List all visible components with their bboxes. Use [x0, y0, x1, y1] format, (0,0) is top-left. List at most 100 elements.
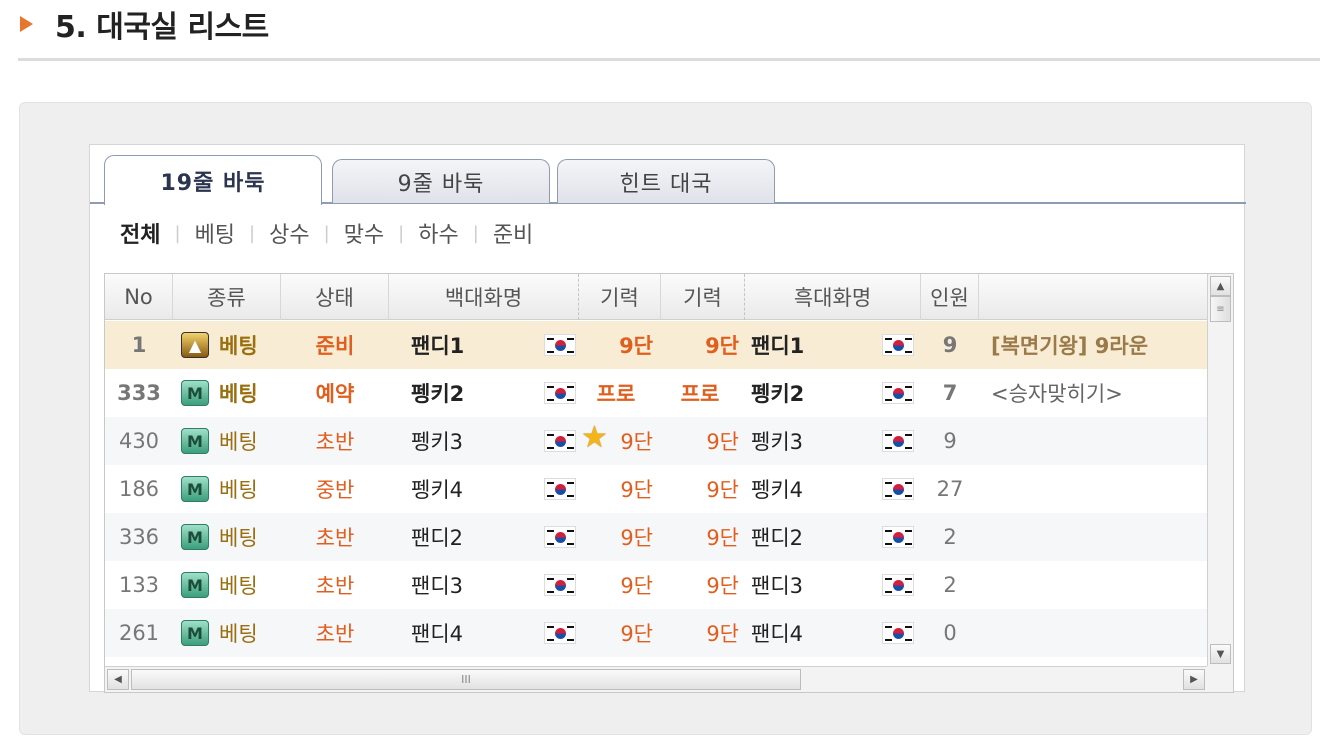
people-count: 27	[936, 477, 964, 501]
black-flag	[875, 561, 921, 609]
game-status: 초반	[315, 574, 355, 598]
room-title	[979, 513, 1208, 561]
room-number: 430	[118, 429, 160, 453]
black-flag	[875, 417, 921, 465]
room-number: 336	[118, 525, 160, 549]
black-nickname: 팬디4	[751, 622, 804, 646]
star-icon: ★	[581, 420, 608, 455]
game-status: 준비	[315, 334, 355, 358]
filter-equal[interactable]: 맞수	[340, 217, 388, 249]
col-black-rank[interactable]: 기력	[661, 274, 745, 320]
white-flag	[541, 465, 579, 513]
kind-label: 베팅	[219, 430, 258, 454]
kind-label: 베팅	[219, 478, 258, 502]
korea-flag-icon	[544, 478, 576, 500]
m-badge-icon: M	[181, 428, 209, 454]
black-flag	[875, 369, 921, 417]
game-kind: M 베팅	[173, 513, 281, 561]
col-white-nickname[interactable]: 백대화명	[389, 274, 579, 320]
white-nickname: 팬디4	[411, 622, 464, 646]
col-room-title[interactable]	[979, 274, 1208, 320]
white-nickname: 펭키4	[411, 478, 464, 502]
room-title	[979, 465, 1208, 513]
white-rank-text: 9단	[620, 622, 653, 646]
korea-flag-icon	[544, 430, 576, 452]
table-row[interactable]: 133 M 베팅 초반 팬디3 9단 9단 팬디3 2	[105, 561, 1208, 609]
col-status[interactable]: 상태	[281, 274, 389, 320]
scroll-up-icon[interactable]: ▲	[1210, 276, 1231, 296]
m-badge-icon: M	[181, 572, 209, 598]
vertical-scroll-thumb[interactable]: ≡	[1210, 296, 1231, 322]
korea-flag-icon	[544, 622, 576, 644]
tab-hint-game[interactable]: 힌트 대국	[557, 159, 775, 203]
black-nickname: 팬디1	[751, 334, 805, 358]
white-rank: 9단	[579, 513, 661, 561]
scroll-corner	[1207, 666, 1233, 692]
table-row[interactable]: 1 ▲ 베팅 준비 팬디1 9단 9단 팬디1 9 [복면기왕] 9라운	[105, 321, 1208, 369]
horizontal-scroll-thumb[interactable]: III	[131, 669, 801, 690]
filter-betting[interactable]: 베팅	[191, 217, 239, 249]
black-rank: 9단	[706, 622, 739, 646]
col-no[interactable]: No	[105, 274, 173, 320]
black-flag	[875, 609, 921, 657]
col-people[interactable]: 인원	[921, 274, 979, 320]
white-nickname: 펭키3	[411, 430, 464, 454]
white-flag	[541, 369, 579, 417]
m-badge-icon: M	[181, 620, 209, 646]
korea-flag-icon	[544, 334, 576, 356]
vertical-scrollbar[interactable]: ▲ ≡ ▼	[1207, 274, 1233, 668]
korea-flag-icon	[544, 574, 576, 596]
filter-separator: |	[323, 222, 330, 244]
room-number: 133	[118, 573, 160, 597]
tab-9-board[interactable]: 9줄 바둑	[332, 159, 550, 203]
kind-label: 베팅	[219, 382, 258, 406]
white-rank-text: 프로	[596, 382, 636, 406]
game-status: 초반	[315, 526, 355, 550]
people-count: 9	[942, 333, 958, 357]
m-badge-icon: M	[181, 524, 209, 550]
board-size-tabs: 19줄 바둑 9줄 바둑 힌트 대국	[90, 155, 1246, 205]
horizontal-scrollbar[interactable]: ◀ III ▶	[105, 666, 1208, 692]
table-row[interactable]: 186 M 베팅 중반 펭키4 9단 9단 펭키4 27	[105, 465, 1208, 513]
room-title	[979, 417, 1208, 465]
filter-ready[interactable]: 준비	[489, 217, 537, 249]
white-rank-text: 9단	[619, 334, 653, 358]
scroll-down-icon[interactable]: ▼	[1210, 644, 1231, 664]
table-row[interactable]: 336 M 베팅 초반 팬디2 9단 9단 팬디2 2	[105, 513, 1208, 561]
korea-flag-icon	[882, 430, 914, 452]
people-count: 7	[942, 381, 958, 405]
filter-all[interactable]: 전체	[116, 217, 164, 249]
white-rank-text: 9단	[620, 526, 653, 550]
table-row[interactable]: 261 M 베팅 초반 팬디4 9단 9단 팬디4 0	[105, 609, 1208, 657]
tab-19-board[interactable]: 19줄 바둑	[104, 155, 322, 205]
table-row[interactable]: 333 M 베팅 예약 펭키2 프로 프로 펭키2 7 <승자맞히기>	[105, 369, 1208, 417]
white-rank-text: 9단	[620, 430, 653, 454]
korea-flag-icon	[882, 574, 914, 596]
filter-stronger[interactable]: 상수	[265, 217, 313, 249]
game-status: 초반	[315, 622, 355, 646]
col-black-nickname[interactable]: 흑대화명	[745, 274, 921, 320]
room-number: 186	[118, 477, 160, 501]
scroll-left-icon[interactable]: ◀	[107, 669, 129, 690]
black-rank: 프로	[680, 382, 720, 406]
scroll-right-icon[interactable]: ▶	[1183, 669, 1205, 690]
room-title	[979, 609, 1208, 657]
room-title: [복면기왕] 9라운	[991, 334, 1149, 358]
game-kind: M 베팅	[173, 561, 281, 609]
korea-flag-icon	[882, 526, 914, 548]
black-nickname: 팬디2	[751, 526, 804, 550]
black-rank: 9단	[706, 526, 739, 550]
korea-flag-icon	[882, 382, 914, 404]
table-row[interactable]: 430 M 베팅 초반 펭키3 9단 ★ 9단 펭키3 9	[105, 417, 1208, 465]
black-rank: 9단	[706, 574, 739, 598]
room-number: 261	[118, 621, 160, 645]
game-kind: M 베팅	[173, 609, 281, 657]
filter-separator: |	[249, 222, 256, 244]
white-rank: 9단	[579, 561, 661, 609]
filter-weaker[interactable]: 하수	[414, 217, 462, 249]
col-white-rank[interactable]: 기력	[579, 274, 661, 320]
game-status: 중반	[315, 478, 355, 502]
people-count: 2	[943, 573, 957, 597]
col-kind[interactable]: 종류	[173, 274, 281, 320]
white-rank: 9단	[579, 321, 661, 369]
